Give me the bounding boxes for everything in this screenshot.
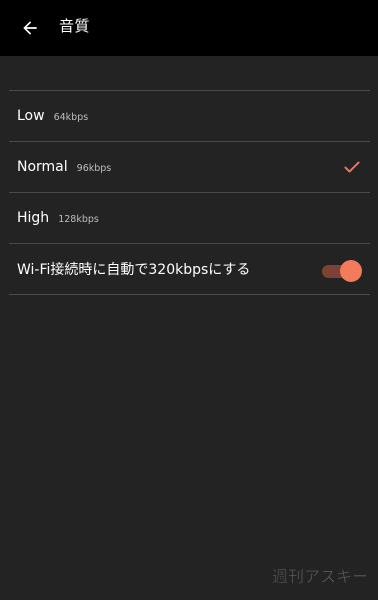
quality-option-high[interactable]: High 128kbps	[9, 193, 370, 244]
app-bar: 音質	[0, 0, 378, 56]
wifi-auto-toggle[interactable]	[322, 260, 362, 282]
quality-list: Low 64kbps Normal 96kbps High 128kbps Wi…	[9, 90, 370, 295]
watermark-text: 週刊アスキー	[272, 567, 368, 586]
option-bitrate: 96kbps	[76, 162, 112, 174]
screen: 音質 Low 64kbps Normal 96kbps High 128kbps…	[0, 0, 378, 600]
option-bitrate: 64kbps	[53, 111, 89, 123]
wifi-setting-label: Wi-Fi接続時に自動で320kbpsにする	[17, 262, 251, 278]
quality-option-normal[interactable]: Normal 96kbps	[9, 142, 370, 193]
page-title: 音質	[59, 17, 91, 35]
option-label: High	[17, 210, 50, 226]
quality-option-low[interactable]: Low 64kbps	[9, 91, 370, 142]
wifi-auto-320-setting[interactable]: Wi-Fi接続時に自動で320kbpsにする	[9, 244, 370, 295]
toggle-thumb	[340, 260, 362, 282]
watermark-logo: 週刊アスキー	[272, 564, 369, 588]
back-button[interactable]	[14, 12, 46, 44]
checkmark-icon	[344, 161, 360, 173]
option-label: Low	[17, 108, 45, 124]
arrow-left-icon	[23, 21, 37, 35]
option-label: Normal	[17, 159, 68, 175]
option-bitrate: 128kbps	[58, 213, 99, 225]
